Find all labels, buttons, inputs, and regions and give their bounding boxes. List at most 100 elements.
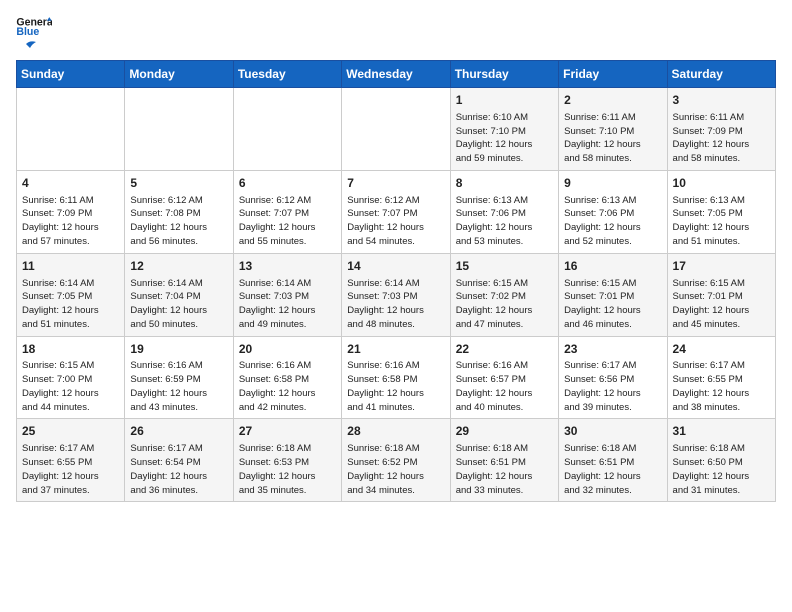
day-number: 18 <box>22 341 119 358</box>
weekday-header-friday: Friday <box>559 61 667 88</box>
calendar-week-row: 1 Sunrise: 6:10 AM Sunset: 7:10 PM Daylig… <box>17 88 776 171</box>
day-number: 28 <box>347 423 444 440</box>
day-number: 5 <box>130 175 227 192</box>
day-number: 10 <box>673 175 770 192</box>
logo-bird-icon <box>16 40 36 54</box>
calendar-cell: 4Sunrise: 6:11 AM Sunset: 7:09 PM Daylig… <box>17 170 125 253</box>
day-number: 24 <box>673 341 770 358</box>
day-info: Sunrise: 6:15 AM Sunset: 7:00 PM Dayligh… <box>22 359 119 414</box>
logo: General Blue <box>16 16 52 50</box>
day-info: Sunrise: 6:16 AM Sunset: 6:58 PM Dayligh… <box>347 359 444 414</box>
day-number: 30 <box>564 423 661 440</box>
calendar-cell: 11 Sunrise: 6:14 AM Sunset: 7:05 PM Dayli… <box>17 253 125 336</box>
day-info: Sunrise: 6:12 AM Sunset: 7:07 PM Dayligh… <box>239 194 336 249</box>
day-number: 2 <box>564 92 661 109</box>
calendar-cell: 7 Sunrise: 6:12 AM Sunset: 7:07 PM Daylig… <box>342 170 450 253</box>
calendar-cell: 18Sunrise: 6:15 AM Sunset: 7:00 PM Dayli… <box>17 336 125 419</box>
calendar-week-row: 25Sunrise: 6:17 AM Sunset: 6:55 PM Dayli… <box>17 419 776 502</box>
day-number: 21 <box>347 341 444 358</box>
page-header: General Blue <box>16 16 776 50</box>
day-info: Sunrise: 6:14 AM Sunset: 7:03 PM Dayligh… <box>239 277 336 332</box>
day-info: Sunrise: 6:18 AM Sunset: 6:51 PM Dayligh… <box>456 442 553 497</box>
calendar-cell: 31Sunrise: 6:18 AM Sunset: 6:50 PM Dayli… <box>667 419 775 502</box>
day-number: 23 <box>564 341 661 358</box>
day-info: Sunrise: 6:12 AM Sunset: 7:08 PM Dayligh… <box>130 194 227 249</box>
weekday-header-row: SundayMondayTuesdayWednesdayThursdayFrid… <box>17 61 776 88</box>
day-number: 3 <box>673 92 770 109</box>
day-info: Sunrise: 6:13 AM Sunset: 7:06 PM Dayligh… <box>564 194 661 249</box>
calendar-cell: 17 Sunrise: 6:15 AM Sunset: 7:01 PM Dayli… <box>667 253 775 336</box>
day-info: Sunrise: 6:13 AM Sunset: 7:05 PM Dayligh… <box>673 194 770 249</box>
calendar-cell: 28 Sunrise: 6:18 AM Sunset: 6:52 PM Dayli… <box>342 419 450 502</box>
calendar-week-row: 4Sunrise: 6:11 AM Sunset: 7:09 PM Daylig… <box>17 170 776 253</box>
calendar-cell <box>125 88 233 171</box>
day-info: Sunrise: 6:15 AM Sunset: 7:01 PM Dayligh… <box>673 277 770 332</box>
day-number: 14 <box>347 258 444 275</box>
calendar-cell: 1 Sunrise: 6:10 AM Sunset: 7:10 PM Daylig… <box>450 88 558 171</box>
day-info: Sunrise: 6:14 AM Sunset: 7:03 PM Dayligh… <box>347 277 444 332</box>
calendar-cell: 24Sunrise: 6:17 AM Sunset: 6:55 PM Dayli… <box>667 336 775 419</box>
logo-icon: General Blue <box>16 16 52 36</box>
day-number: 15 <box>456 258 553 275</box>
calendar-cell: 22Sunrise: 6:16 AM Sunset: 6:57 PM Dayli… <box>450 336 558 419</box>
calendar-cell: 21Sunrise: 6:16 AM Sunset: 6:58 PM Dayli… <box>342 336 450 419</box>
day-info: Sunrise: 6:17 AM Sunset: 6:54 PM Dayligh… <box>130 442 227 497</box>
day-info: Sunrise: 6:17 AM Sunset: 6:55 PM Dayligh… <box>673 359 770 414</box>
calendar-cell: 19Sunrise: 6:16 AM Sunset: 6:59 PM Dayli… <box>125 336 233 419</box>
day-number: 16 <box>564 258 661 275</box>
calendar-cell: 15 Sunrise: 6:15 AM Sunset: 7:02 PM Dayli… <box>450 253 558 336</box>
calendar-cell: 30 Sunrise: 6:18 AM Sunset: 6:51 PM Dayli… <box>559 419 667 502</box>
day-number: 7 <box>347 175 444 192</box>
day-info: Sunrise: 6:16 AM Sunset: 6:57 PM Dayligh… <box>456 359 553 414</box>
day-info: Sunrise: 6:18 AM Sunset: 6:50 PM Dayligh… <box>673 442 770 497</box>
day-info: Sunrise: 6:15 AM Sunset: 7:02 PM Dayligh… <box>456 277 553 332</box>
day-info: Sunrise: 6:12 AM Sunset: 7:07 PM Dayligh… <box>347 194 444 249</box>
calendar-cell: 12 Sunrise: 6:14 AM Sunset: 7:04 PM Dayli… <box>125 253 233 336</box>
day-number: 26 <box>130 423 227 440</box>
day-number: 8 <box>456 175 553 192</box>
calendar-week-row: 11 Sunrise: 6:14 AM Sunset: 7:05 PM Dayli… <box>17 253 776 336</box>
calendar-cell: 2 Sunrise: 6:11 AM Sunset: 7:10 PM Daylig… <box>559 88 667 171</box>
weekday-header-saturday: Saturday <box>667 61 775 88</box>
day-number: 1 <box>456 92 553 109</box>
day-number: 9 <box>564 175 661 192</box>
day-number: 11 <box>22 258 119 275</box>
weekday-header-thursday: Thursday <box>450 61 558 88</box>
calendar-cell: 9 Sunrise: 6:13 AM Sunset: 7:06 PM Daylig… <box>559 170 667 253</box>
day-info: Sunrise: 6:17 AM Sunset: 6:56 PM Dayligh… <box>564 359 661 414</box>
weekday-header-monday: Monday <box>125 61 233 88</box>
calendar-cell: 16 Sunrise: 6:15 AM Sunset: 7:01 PM Dayli… <box>559 253 667 336</box>
calendar-cell: 23Sunrise: 6:17 AM Sunset: 6:56 PM Dayli… <box>559 336 667 419</box>
day-number: 13 <box>239 258 336 275</box>
calendar-cell <box>233 88 341 171</box>
day-number: 12 <box>130 258 227 275</box>
day-info: Sunrise: 6:14 AM Sunset: 7:04 PM Dayligh… <box>130 277 227 332</box>
day-info: Sunrise: 6:13 AM Sunset: 7:06 PM Dayligh… <box>456 194 553 249</box>
day-number: 4 <box>22 175 119 192</box>
weekday-header-wednesday: Wednesday <box>342 61 450 88</box>
calendar-cell: 8 Sunrise: 6:13 AM Sunset: 7:06 PM Daylig… <box>450 170 558 253</box>
calendar-cell: 5 Sunrise: 6:12 AM Sunset: 7:08 PM Daylig… <box>125 170 233 253</box>
day-number: 22 <box>456 341 553 358</box>
calendar-cell: 25Sunrise: 6:17 AM Sunset: 6:55 PM Dayli… <box>17 419 125 502</box>
day-number: 25 <box>22 423 119 440</box>
day-info: Sunrise: 6:18 AM Sunset: 6:52 PM Dayligh… <box>347 442 444 497</box>
calendar-cell: 27Sunrise: 6:18 AM Sunset: 6:53 PM Dayli… <box>233 419 341 502</box>
day-number: 17 <box>673 258 770 275</box>
calendar-cell: 10 Sunrise: 6:13 AM Sunset: 7:05 PM Dayli… <box>667 170 775 253</box>
svg-text:Blue: Blue <box>16 26 39 36</box>
day-info: Sunrise: 6:18 AM Sunset: 6:51 PM Dayligh… <box>564 442 661 497</box>
calendar-cell: 29 Sunrise: 6:18 AM Sunset: 6:51 PM Dayli… <box>450 419 558 502</box>
calendar-cell: 20Sunrise: 6:16 AM Sunset: 6:58 PM Dayli… <box>233 336 341 419</box>
day-info: Sunrise: 6:15 AM Sunset: 7:01 PM Dayligh… <box>564 277 661 332</box>
day-number: 6 <box>239 175 336 192</box>
day-info: Sunrise: 6:14 AM Sunset: 7:05 PM Dayligh… <box>22 277 119 332</box>
day-number: 29 <box>456 423 553 440</box>
weekday-header-sunday: Sunday <box>17 61 125 88</box>
day-info: Sunrise: 6:11 AM Sunset: 7:10 PM Dayligh… <box>564 111 661 166</box>
weekday-header-tuesday: Tuesday <box>233 61 341 88</box>
day-info: Sunrise: 6:10 AM Sunset: 7:10 PM Dayligh… <box>456 111 553 166</box>
calendar-cell: 26 Sunrise: 6:17 AM Sunset: 6:54 PM Dayli… <box>125 419 233 502</box>
day-info: Sunrise: 6:11 AM Sunset: 7:09 PM Dayligh… <box>673 111 770 166</box>
calendar-cell: 3 Sunrise: 6:11 AM Sunset: 7:09 PM Daylig… <box>667 88 775 171</box>
